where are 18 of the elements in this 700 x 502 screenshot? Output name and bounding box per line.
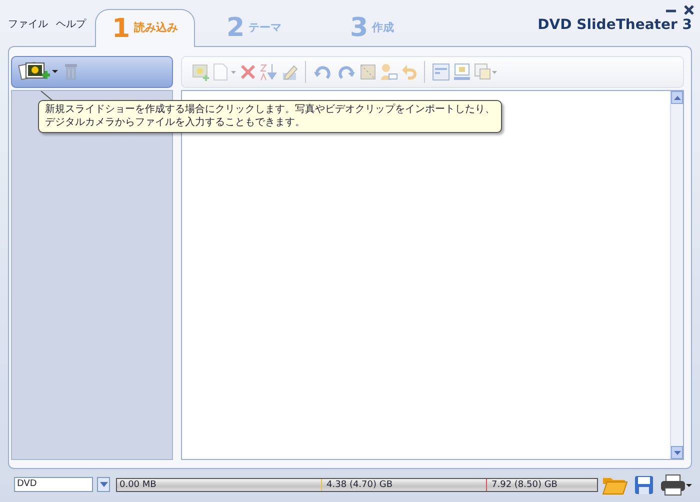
dropdown-button[interactable] <box>96 477 110 492</box>
printer-icon[interactable] <box>660 474 692 496</box>
up-arrow-icon <box>674 96 680 100</box>
menu-item[interactable]: ヘルプ <box>56 17 86 32</box>
down-arrow-icon <box>674 450 680 454</box>
app-title: DVD SlideTheater 3 <box>538 16 692 35</box>
capacity-label: 7.92 (8.50) GB <box>492 478 558 490</box>
scroll-up-button[interactable] <box>671 91 683 104</box>
used-size-label: 0.00 MB <box>119 478 156 490</box>
save-icon[interactable] <box>634 474 654 496</box>
down-arrow-icon <box>100 482 108 487</box>
scrollbar[interactable] <box>670 91 683 459</box>
capacity-label: 4.38 (4.70) GB <box>326 478 393 490</box>
menu-item[interactable]: ファイル <box>8 17 48 32</box>
scroll-down-button[interactable] <box>671 446 683 459</box>
disc-type-field[interactable]: DVD <box>14 477 93 492</box>
close-icon[interactable] <box>682 3 696 17</box>
tooltip: 新規スライドショーを作成する場合にクリックします。写真やビデオクリップをインポートしたり、 デジタルカメラからファイルを入力することもできます。 <box>38 100 502 133</box>
